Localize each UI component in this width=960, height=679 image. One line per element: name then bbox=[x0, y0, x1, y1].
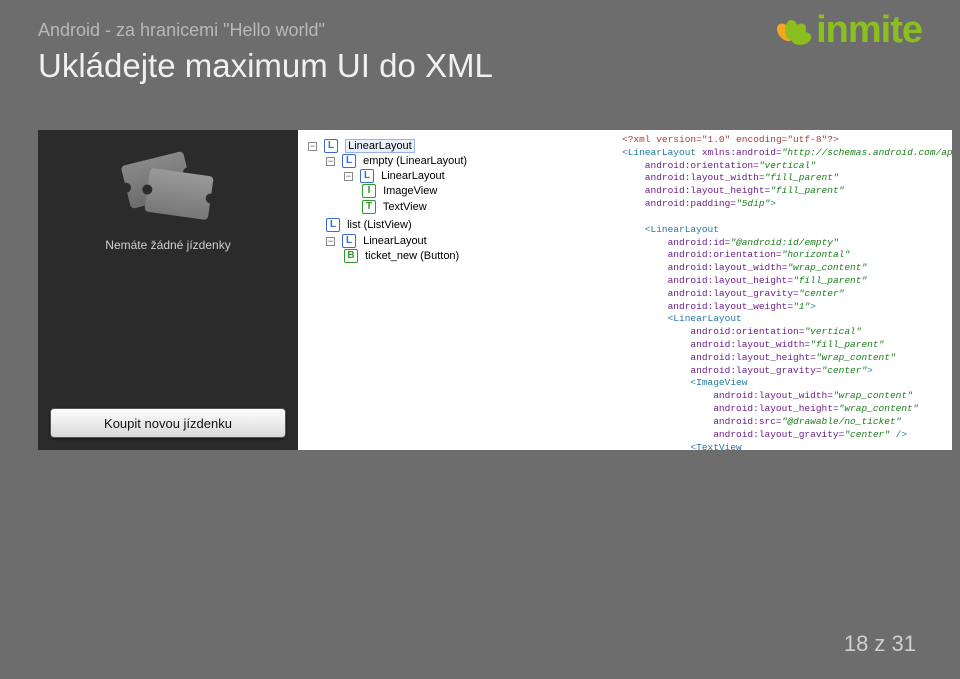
no-ticket-icon bbox=[125, 158, 211, 216]
buy-ticket-button[interactable]: Koupit novou jízdenku bbox=[50, 408, 286, 438]
tree-node[interactable]: B ticket_new (Button) bbox=[344, 248, 612, 264]
tree-node[interactable]: I ImageView bbox=[362, 183, 612, 199]
slide-title: Ukládejte maximum UI do XML bbox=[38, 47, 922, 85]
logo-text: inmite bbox=[816, 9, 922, 52]
tree-node[interactable]: L list (ListView) bbox=[326, 217, 612, 233]
collapse-icon[interactable]: − bbox=[308, 142, 317, 151]
collapse-icon[interactable]: − bbox=[326, 237, 335, 246]
tree-node-root[interactable]: − L LinearLayout − L empty (LinearLayout… bbox=[308, 138, 612, 266]
badge-L: L bbox=[324, 139, 338, 153]
tree-node[interactable]: − L empty (LinearLayout) − L LinearLayou… bbox=[326, 153, 612, 217]
badge-T: T bbox=[362, 200, 376, 214]
badge-I: I bbox=[362, 184, 376, 198]
badge-B: B bbox=[344, 249, 358, 263]
xml-source: <?xml version="1.0" encoding="utf-8"?> <… bbox=[618, 130, 952, 450]
badge-L: L bbox=[342, 234, 356, 248]
badge-L: L bbox=[326, 218, 340, 232]
tree-node[interactable]: T TextView bbox=[362, 199, 612, 215]
inmite-logo: inmite bbox=[770, 8, 922, 52]
badge-L: L bbox=[342, 154, 356, 168]
no-tickets-message: Nemáte žádné jízdenky bbox=[105, 238, 230, 252]
badge-L: L bbox=[360, 169, 374, 183]
page-indicator: 18 z 31 bbox=[844, 631, 916, 657]
layout-outline: − L LinearLayout − L empty (LinearLayout… bbox=[298, 130, 618, 450]
collapse-icon[interactable]: − bbox=[344, 172, 353, 181]
logo-flower-icon bbox=[770, 8, 814, 52]
collapse-icon[interactable]: − bbox=[326, 157, 335, 166]
tree-node[interactable]: − L LinearLayout I ImageView bbox=[344, 168, 612, 216]
phone-preview: Nemáte žádné jízdenky Koupit novou jízde… bbox=[38, 130, 298, 450]
tree-node[interactable]: − L LinearLayout B ticket_new (Button) bbox=[326, 233, 612, 265]
